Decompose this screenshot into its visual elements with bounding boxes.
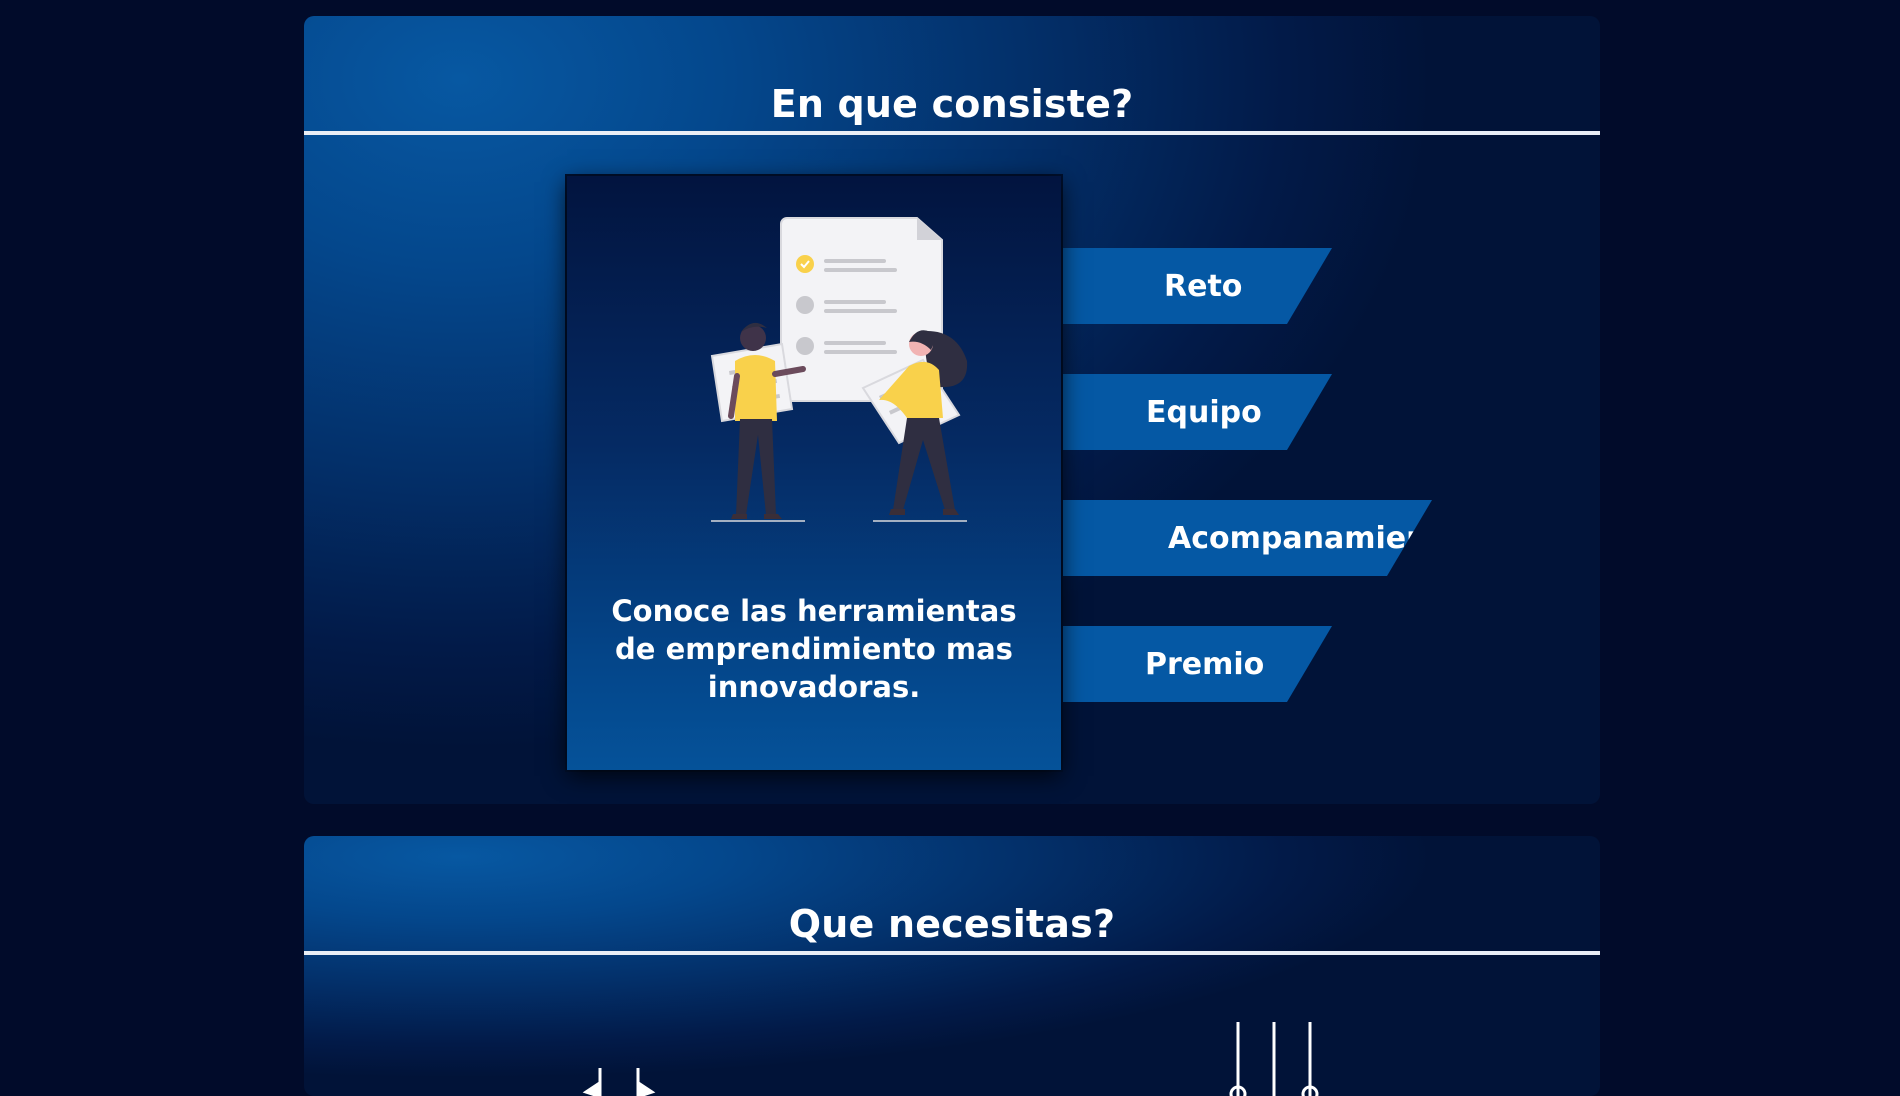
- tab-reto-label: Reto: [1164, 268, 1243, 304]
- info-card: Conoce las herramientas de emprendimient…: [567, 176, 1061, 770]
- section-que-necesitas: Que necesitas?: [304, 836, 1600, 1096]
- card-description: Conoce las herramientas de emprendimient…: [611, 594, 1017, 704]
- section-title: Que necesitas?: [788, 901, 1116, 946]
- sliders-icon: [1229, 1022, 1319, 1096]
- tab-equipo-label: Equipo: [1146, 394, 1262, 430]
- section-en-que-consiste: En que consiste? Reto Equipo Acompanamie…: [304, 16, 1600, 804]
- tab-premio-label: Premio: [1145, 646, 1265, 682]
- scale-icon: [582, 1068, 656, 1096]
- section-title: En que consiste?: [770, 81, 1134, 126]
- bottom-icons: [582, 1022, 1319, 1096]
- tab-acompanamiento[interactable]: Acompanamiento: [1004, 500, 1432, 576]
- tab-acompanamiento-label: Acompanamiento: [1168, 520, 1463, 556]
- section-divider: [304, 951, 1600, 955]
- section-divider: [304, 131, 1600, 135]
- people-holding-checklist-illustration: [710, 217, 968, 522]
